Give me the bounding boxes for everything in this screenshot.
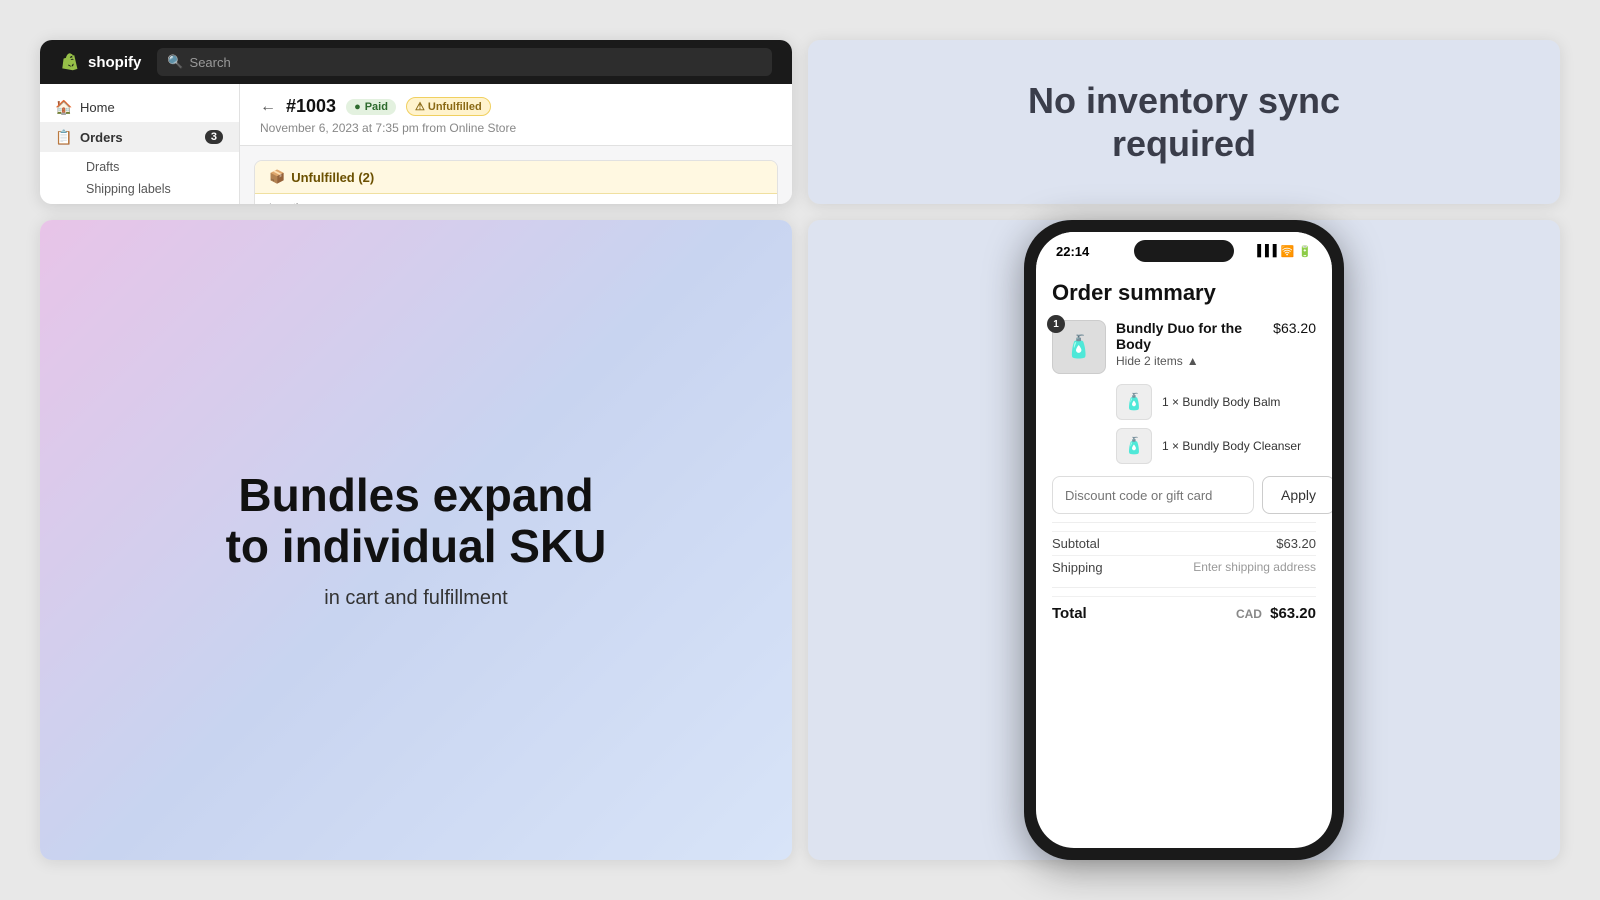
sub-items: 🧴 1 × Bundly Body Balm 🧴 1 × Bundly Body… [1116,384,1316,464]
unfulfilled-emoji: 📦 [269,169,285,185]
shopify-logo: shopify [60,51,141,73]
summary-subtotal: Subtotal $63.20 [1052,531,1316,555]
signal-icon: ▐▐▐ [1253,245,1276,257]
bundles-headline: Bundles expand to individual SKU [226,470,607,571]
order-summary-title: Order summary [1052,280,1316,306]
sidebar-item-abandoned-checkouts[interactable]: Abandoned checkouts [78,200,239,204]
bundle-toggle[interactable]: Hide 2 items ▲ [1116,354,1263,368]
paid-dot: ● [354,101,361,113]
phone-icons: ▐▐▐ 🛜 🔋 [1253,245,1312,258]
bundle-name: Bundly Duo for the Body [1116,320,1263,352]
summary-shipping: Shipping Enter shipping address [1052,555,1316,579]
bundles-subtext: in cart and fulfillment [226,587,607,610]
discount-row: Apply [1052,476,1316,514]
chevron-up-icon: ▲ [1187,354,1199,368]
order-main-content: ← #1003 ● Paid ⚠ Unfulfilled November 6,… [240,84,792,204]
bundles-text: Bundles expand to individual SKU in cart… [226,470,607,610]
unfulfilled-badge: ⚠ Unfulfilled [406,97,491,116]
sub-item-img-1: 🧴 [1116,384,1152,420]
bundle-count-badge: 1 [1047,315,1065,333]
sidebar: 🏠 Home 📋 Orders 3 Drafts Shipping labels… [40,84,240,204]
sub-item-row-2: 🧴 1 × Bundly Body Cleanser [1116,428,1316,464]
order-title-row: ← #1003 ● Paid ⚠ Unfulfilled [260,96,772,117]
bundle-item-row: 🧴 1 Bundly Duo for the Body Hide 2 items… [1052,320,1316,374]
sidebar-item-home[interactable]: 🏠 Home [40,92,239,122]
shipping-label: Shipping [1052,560,1103,575]
wifi-icon: 🛜 [1281,245,1295,258]
no-sync-panel: No inventory sync required [808,40,1560,204]
summary-total: Total CAD $63.20 [1052,596,1316,626]
fulfillment-location: Location My Custom Location [255,194,777,204]
paid-badge: ● Paid [346,99,396,115]
phone-screen: 22:14 ▐▐▐ 🛜 🔋 Order summary 🧴 [1036,232,1332,848]
unfulfilled-dot: ⚠ [415,101,425,113]
sidebar-item-shipping-labels[interactable]: Shipping labels [78,178,239,200]
bundle-price: $63.20 [1273,320,1316,336]
total-value-row: CAD $63.20 [1236,605,1316,622]
sidebar-label-orders: Orders [80,130,123,145]
total-label: Total [1052,605,1087,622]
admin-topbar: shopify 🔍 Search [40,40,792,84]
shopify-admin-panel: shopify 🔍 Search 🏠 Home 📋 Orders 3 [40,40,792,204]
search-icon: 🔍 [167,54,183,70]
apply-button[interactable]: Apply [1262,476,1332,514]
search-placeholder: Search [190,55,231,70]
orders-icon: 📋 [56,129,72,145]
sidebar-item-drafts[interactable]: Drafts [78,156,239,178]
orders-badge: 3 [205,130,223,144]
fulfillment-header: 📦 Unfulfilled (2) [255,161,777,194]
sub-item-name-1: 1 × Bundly Body Balm [1162,395,1280,409]
sidebar-sub-orders: Drafts Shipping labels Abandoned checkou… [40,152,239,204]
no-sync-headline: No inventory sync required [984,79,1384,165]
bundles-panel: Bundles expand to individual SKU in cart… [40,220,792,860]
divider-1 [1052,522,1316,523]
sidebar-label-home: Home [80,100,115,115]
discount-input[interactable] [1052,476,1254,514]
subtotal-value: $63.20 [1276,536,1316,551]
sub-item-img-2: 🧴 [1116,428,1152,464]
search-bar[interactable]: 🔍 Search [157,48,772,76]
sub-item-name-2: 1 × Bundly Body Cleanser [1162,439,1301,453]
subtotal-label: Subtotal [1052,536,1100,551]
admin-body: 🏠 Home 📋 Orders 3 Drafts Shipping labels… [40,84,792,204]
phone-time: 22:14 [1056,244,1089,259]
shipping-value: Enter shipping address [1193,560,1316,575]
bundle-img-wrap: 🧴 1 [1052,320,1106,374]
unfulfilled-label: Unfulfilled (2) [291,170,374,185]
bundle-info: Bundly Duo for the Body Hide 2 items ▲ [1116,320,1263,368]
sub-item-row-1: 🧴 1 × Bundly Body Balm [1116,384,1316,420]
order-header: ← #1003 ● Paid ⚠ Unfulfilled November 6,… [240,84,792,146]
order-body: 📦 Unfulfilled (2) Location My Custom Loc… [240,146,792,204]
battery-icon: 🔋 [1298,245,1312,258]
shopify-logo-text: shopify [88,54,141,71]
order-date: November 6, 2023 at 7:35 pm from Online … [260,121,772,135]
divider-2 [1052,587,1316,588]
home-icon: 🏠 [56,99,72,115]
back-arrow[interactable]: ← [260,98,276,116]
fulfillment-card: 📦 Unfulfilled (2) Location My Custom Loc… [254,160,778,204]
order-number: #1003 [286,96,336,117]
phone-content: Order summary 🧴 1 Bundly Duo for the Bod… [1036,266,1332,848]
phone-panel: 22:14 ▐▐▐ 🛜 🔋 Order summary 🧴 [808,220,1560,860]
phone-device: 22:14 ▐▐▐ 🛜 🔋 Order summary 🧴 [1024,220,1344,860]
sidebar-item-orders[interactable]: 📋 Orders 3 [40,122,239,152]
phone-notch [1134,240,1234,262]
